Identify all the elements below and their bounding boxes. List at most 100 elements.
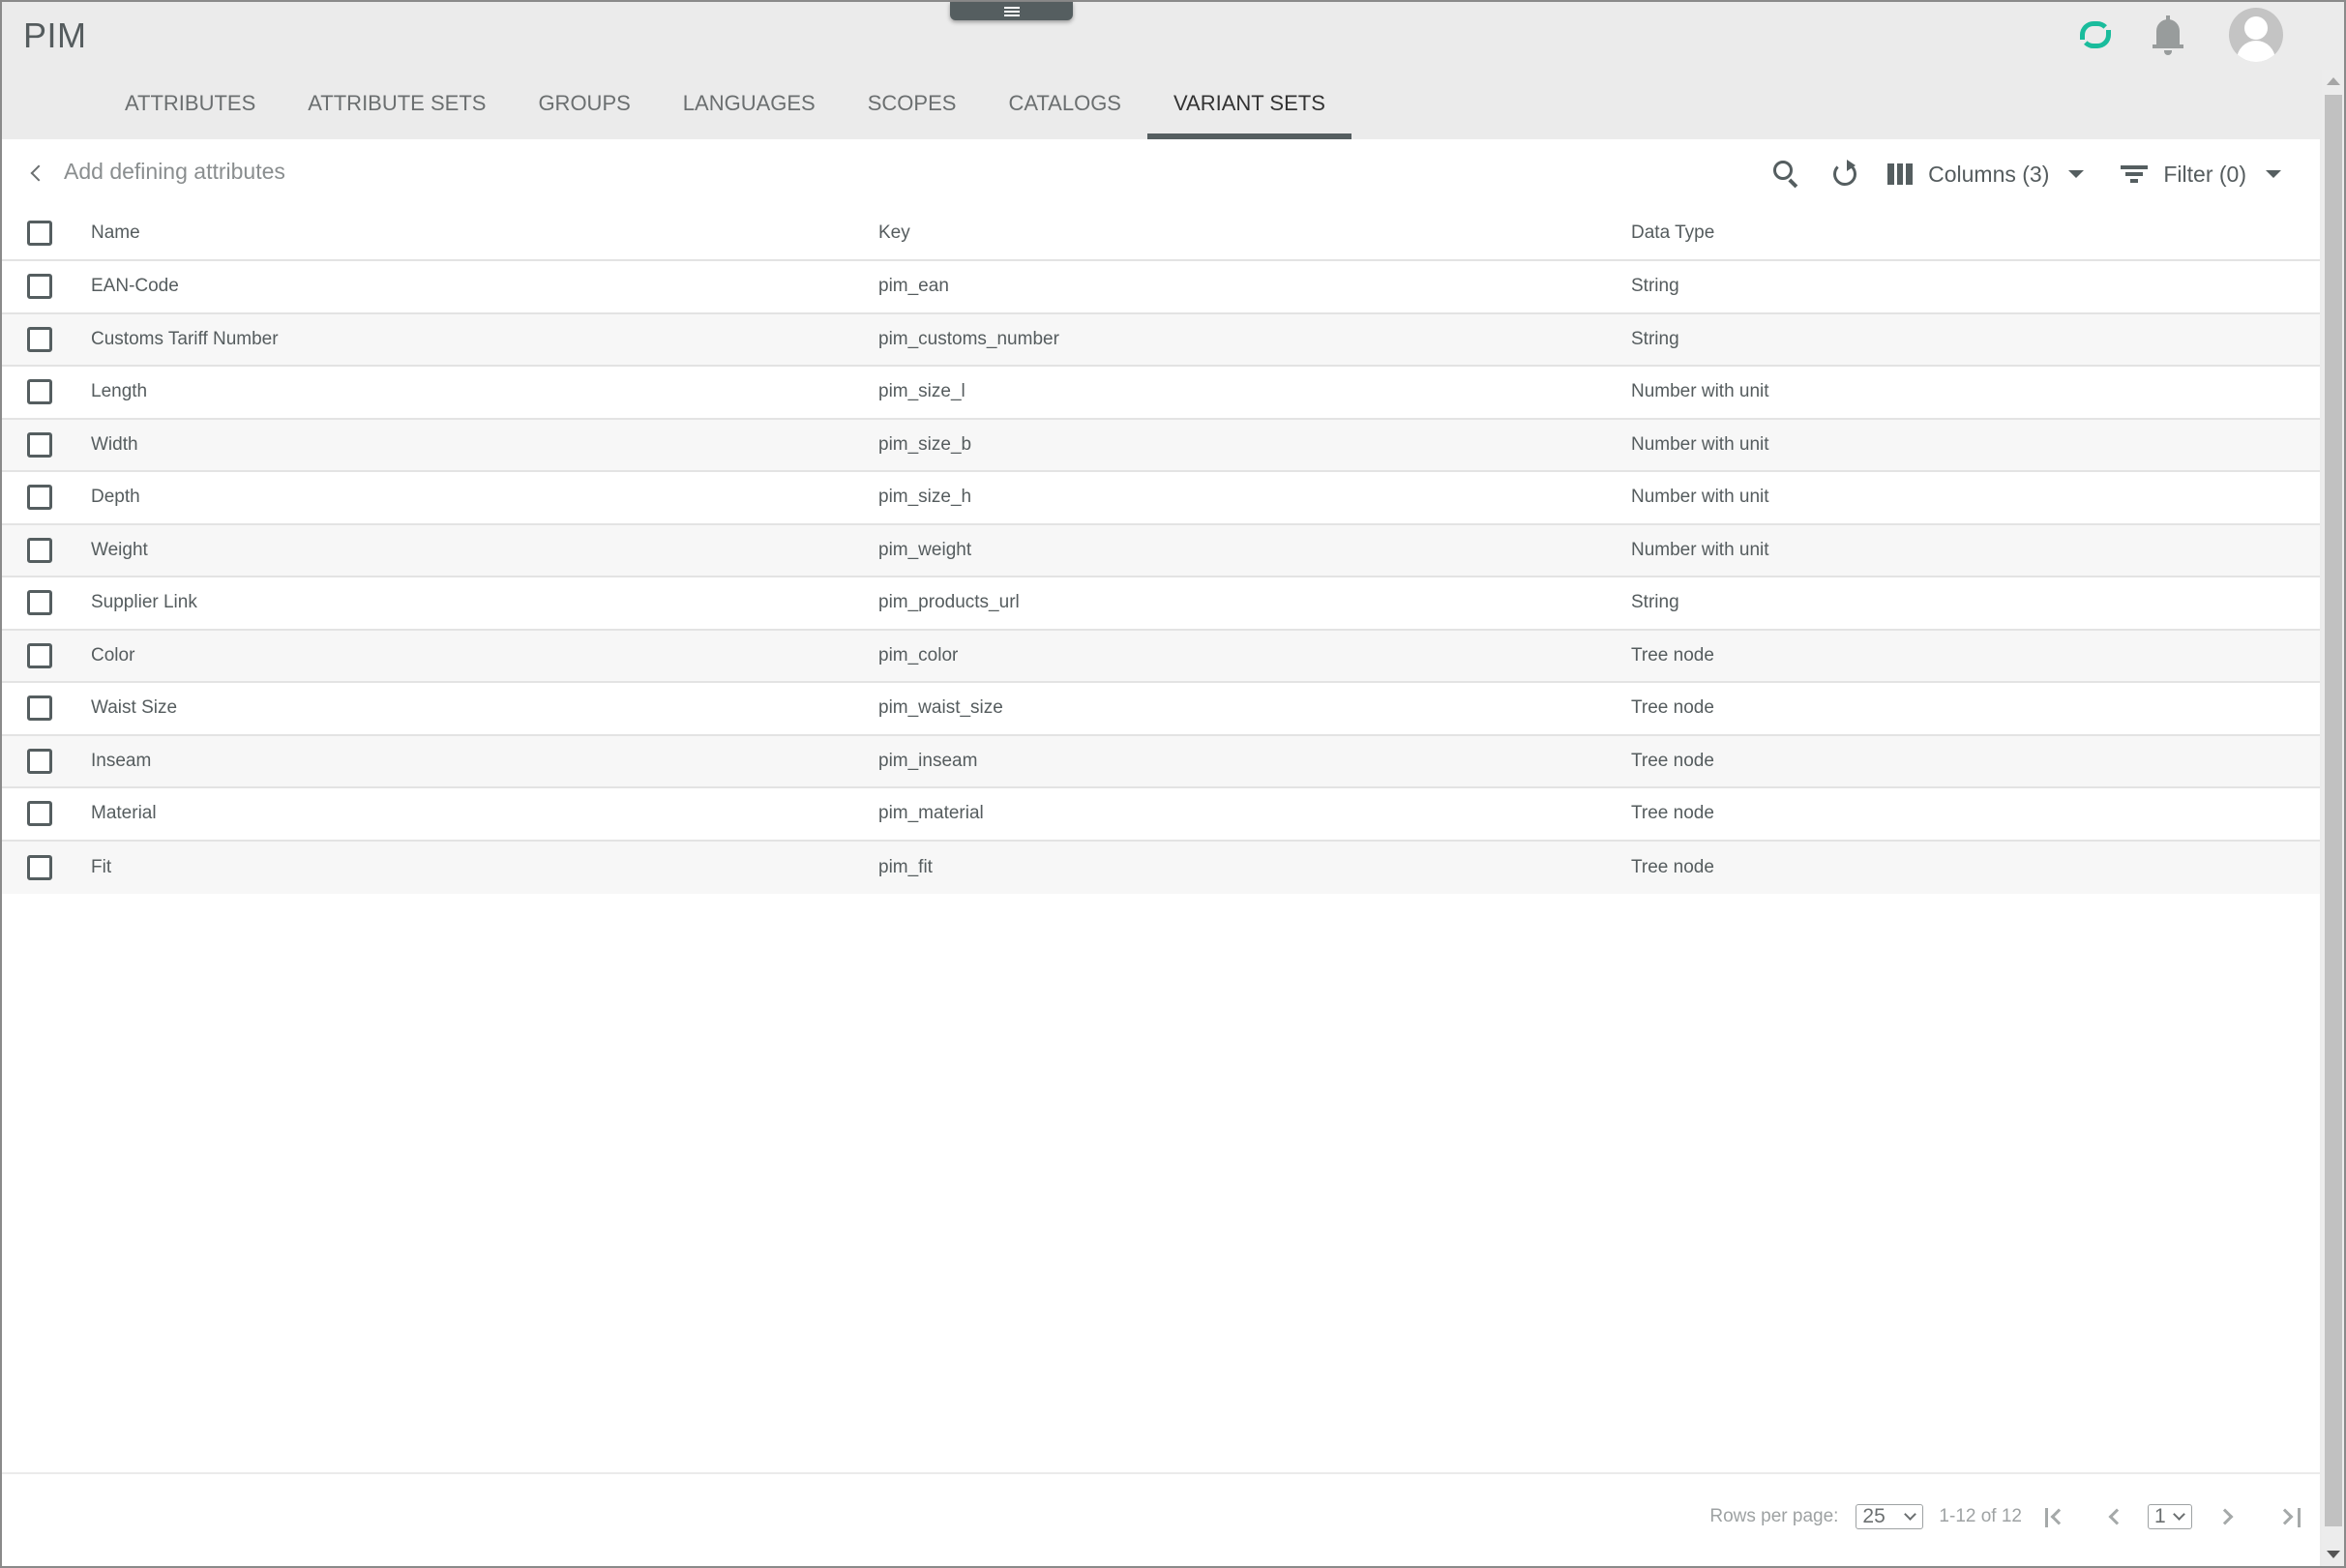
cell-data-type: Number with unit [1631, 539, 1769, 560]
cell-name: Customs Tariff Number [91, 328, 279, 349]
cell-data-type: Tree node [1631, 644, 1714, 666]
tab-attributes[interactable]: ATTRIBUTES [99, 83, 282, 139]
cell-name: EAN-Code [91, 276, 179, 297]
attributes-table: Name Key Data Type EAN-Code pim_ean String… [2, 207, 2320, 894]
table-row[interactable]: Material pim_material Tree node [2, 788, 2320, 842]
cell-key: pim_size_l [878, 381, 965, 402]
table-body: EAN-Code pim_ean String Customs Tariff Numb… [2, 261, 2320, 894]
cell-key: pim_color [878, 644, 959, 666]
tab-scopes[interactable]: SCOPES [842, 83, 983, 139]
row-checkbox[interactable] [27, 748, 52, 774]
table-row[interactable]: Width pim_size_b Number with unit [2, 419, 2320, 472]
scroll-down-arrow-icon[interactable] [2327, 1551, 2340, 1558]
table-row[interactable]: Weight pim_weight Number with unit [2, 524, 2320, 577]
last-page-icon[interactable] [2276, 1504, 2302, 1529]
tab-catalogs[interactable]: CATALOGS [982, 83, 1147, 139]
rows-per-page-label: Rows per page: [1709, 1506, 1839, 1526]
row-checkbox[interactable] [27, 801, 52, 827]
cell-data-type: Number with unit [1631, 487, 1769, 508]
table-row[interactable]: EAN-Code pim_ean String [2, 261, 2320, 314]
filter-button[interactable]: Filter (0) [2121, 162, 2281, 188]
chevron-down-icon [1904, 1508, 1917, 1521]
rows-per-page-select[interactable]: 25 [1856, 1504, 1924, 1529]
tab-groups[interactable]: GROUPS [512, 83, 656, 139]
row-checkbox[interactable] [27, 379, 52, 405]
first-page-icon[interactable] [2043, 1504, 2067, 1529]
table-row[interactable]: Color pim_color Tree node [2, 630, 2320, 683]
column-header-key[interactable]: Key [878, 222, 1631, 244]
row-checkbox[interactable] [27, 642, 52, 668]
column-header-data-type[interactable]: Data Type [1631, 222, 2320, 244]
refresh-icon[interactable] [1827, 157, 1862, 192]
cell-key: pim_products_url [878, 592, 1020, 613]
header-actions [2078, 8, 2283, 62]
vertical-scrollbar[interactable] [2322, 70, 2344, 1566]
cell-key: pim_waist_size [878, 697, 1003, 719]
page-select[interactable]: 1 [2148, 1504, 2192, 1529]
columns-button[interactable]: Columns (3) [1887, 161, 2085, 188]
menu-handle-button[interactable] [950, 2, 1073, 20]
cell-name: Supplier Link [91, 592, 197, 613]
search-icon[interactable] [1769, 157, 1804, 192]
toolbar: Add defining attributes Columns (3) Filt… [2, 139, 2320, 207]
cell-name: Width [91, 433, 138, 455]
row-checkbox[interactable] [27, 695, 52, 722]
app-header: PIM ATTRIBUTES ATTRIBUTE SETS GROUPS LAN… [2, 2, 2322, 139]
cell-data-type: String [1631, 328, 1679, 349]
select-all-checkbox[interactable] [27, 221, 52, 246]
cell-data-type: Tree node [1631, 856, 1714, 877]
cell-data-type: Tree node [1631, 750, 1714, 771]
table-row[interactable]: Customs Tariff Number pim_customs_number S… [2, 313, 2320, 367]
main-panel: Add defining attributes Columns (3) Filt… [2, 139, 2320, 1566]
cell-name: Fit [91, 856, 112, 877]
row-checkbox[interactable] [27, 485, 52, 511]
app-title: PIM [23, 15, 87, 55]
cell-key: pim_size_h [878, 487, 972, 508]
cell-name: Depth [91, 487, 140, 508]
cell-key: pim_weight [878, 539, 972, 560]
tab-bar: ATTRIBUTES ATTRIBUTE SETS GROUPS LANGUAG… [99, 83, 1351, 139]
cell-data-type: Number with unit [1631, 381, 1769, 402]
user-avatar[interactable] [2229, 8, 2283, 62]
menu-icon [1003, 6, 1020, 16]
bell-icon[interactable] [2152, 14, 2184, 56]
cell-data-type: String [1631, 592, 1679, 613]
row-checkbox[interactable] [27, 854, 52, 880]
cell-name: Material [91, 803, 157, 824]
table-row[interactable]: Depth pim_size_h Number with unit [2, 472, 2320, 525]
cell-key: pim_size_b [878, 433, 972, 455]
tab-variant-sets[interactable]: VARIANT SETS [1146, 83, 1351, 139]
current-page-value: 1 [2154, 1505, 2166, 1527]
columns-label: Columns (3) [1928, 161, 2050, 187]
columns-icon [1887, 163, 1914, 185]
previous-page-icon[interactable] [2103, 1504, 2126, 1529]
table-row[interactable]: Supplier Link pim_products_url String [2, 577, 2320, 631]
back-arrow-icon[interactable] [29, 163, 43, 184]
row-checkbox[interactable] [27, 274, 52, 300]
rows-per-page-value: 25 [1862, 1505, 1886, 1527]
cell-key: pim_customs_number [878, 328, 1059, 349]
scroll-thumb[interactable] [2325, 95, 2342, 1526]
pagination: Rows per page: 25 1-12 of 12 1 [1709, 1497, 2302, 1536]
tab-attribute-sets[interactable]: ATTRIBUTE SETS [282, 83, 512, 139]
cell-name: Inseam [91, 750, 152, 771]
table-row[interactable]: Waist Size pim_waist_size Tree node [2, 683, 2320, 736]
row-checkbox[interactable] [27, 537, 52, 563]
table-row[interactable]: Inseam pim_inseam Tree node [2, 735, 2320, 788]
row-checkbox[interactable] [27, 590, 52, 616]
next-page-icon[interactable] [2216, 1504, 2241, 1529]
tab-languages[interactable]: LANGUAGES [657, 83, 842, 139]
table-row[interactable]: Fit pim_fit Tree node [2, 841, 2320, 894]
cell-name: Length [91, 381, 148, 402]
cell-data-type: String [1631, 276, 1679, 297]
scroll-up-arrow-icon[interactable] [2327, 77, 2340, 85]
column-header-name[interactable]: Name [91, 222, 878, 244]
cell-name: Waist Size [91, 697, 178, 719]
cell-key: pim_material [878, 803, 984, 824]
row-checkbox[interactable] [27, 326, 52, 352]
cell-data-type: Tree node [1631, 803, 1714, 824]
cell-key: pim_inseam [878, 750, 978, 771]
row-checkbox[interactable] [27, 431, 52, 458]
table-row[interactable]: Length pim_size_l Number with unit [2, 367, 2320, 420]
caret-down-icon [2266, 170, 2281, 178]
